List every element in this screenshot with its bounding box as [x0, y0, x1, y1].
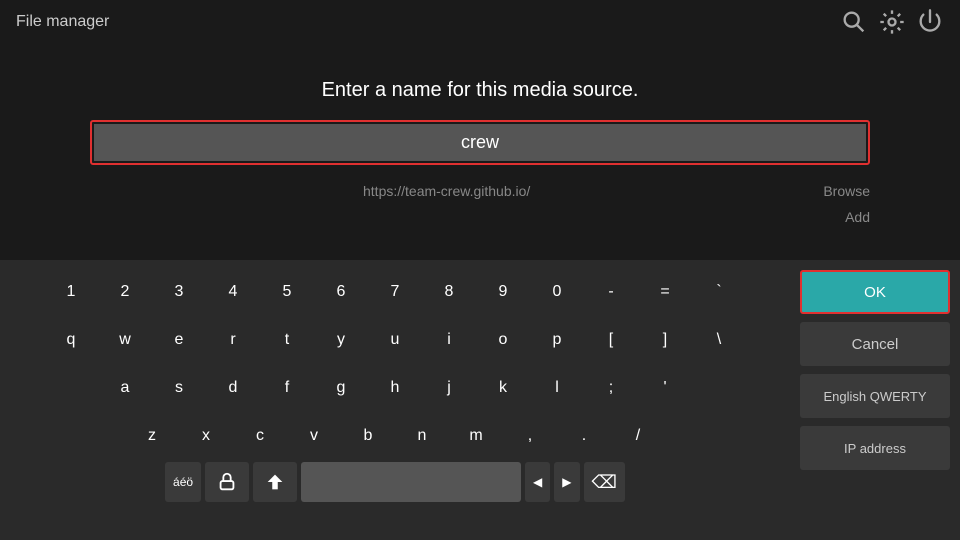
settings-icon[interactable] [878, 8, 906, 36]
key-s[interactable]: s [153, 366, 205, 410]
key-p[interactable]: p [531, 318, 583, 362]
shift-caps-button[interactable] [205, 462, 249, 502]
key-1[interactable]: 1 [45, 270, 97, 314]
key-j[interactable]: j [423, 366, 475, 410]
key-t[interactable]: t [261, 318, 313, 362]
arrow-up-icon [264, 471, 286, 493]
key-row-bottom: áéö ◀ ▶ ⌫ [8, 462, 782, 502]
key-f[interactable]: f [261, 366, 313, 410]
key-equals[interactable]: = [639, 270, 691, 314]
key-semicolon[interactable]: ; [585, 366, 637, 410]
key-row-asdf: a s d f g h j k l ; ' [8, 366, 782, 410]
dialog-title: Enter a name for this media source. [322, 79, 639, 102]
key-h[interactable]: h [369, 366, 421, 410]
key-o[interactable]: o [477, 318, 529, 362]
key-k[interactable]: k [477, 366, 529, 410]
key-4[interactable]: 4 [207, 270, 259, 314]
left-arrow-button[interactable]: ◀ [525, 462, 550, 502]
backspace-button[interactable]: ⌫ [584, 462, 625, 502]
key-slash[interactable]: / [612, 414, 664, 458]
key-comma[interactable]: , [504, 414, 556, 458]
app-title: File manager [16, 13, 109, 31]
key-row-qwerty: q w e r t y u i o p [ ] \ [8, 318, 782, 362]
cancel-button[interactable]: Cancel [800, 322, 950, 366]
key-quote[interactable]: ' [639, 366, 691, 410]
key-7[interactable]: 7 [369, 270, 421, 314]
key-e[interactable]: e [153, 318, 205, 362]
ip-address-button[interactable]: IP address [800, 426, 950, 470]
add-btn-row: Add [90, 209, 870, 225]
key-0[interactable]: 0 [531, 270, 583, 314]
key-lbracket[interactable]: [ [585, 318, 637, 362]
key-m[interactable]: m [450, 414, 502, 458]
power-icon[interactable] [916, 8, 944, 36]
name-input-wrapper [90, 120, 870, 165]
key-n[interactable]: n [396, 414, 448, 458]
key-c[interactable]: c [234, 414, 286, 458]
key-i[interactable]: i [423, 318, 475, 362]
key-row-zxcv: z x c v b n m , . / [8, 414, 782, 458]
keyboard-area: 1 2 3 4 5 6 7 8 9 0 - = ` q w e r t y u … [0, 260, 960, 540]
key-period[interactable]: . [558, 414, 610, 458]
key-v[interactable]: v [288, 414, 340, 458]
keyboard-right-panel: OK Cancel English QWERTY IP address [790, 260, 960, 540]
dialog-area: Enter a name for this media source. http… [0, 44, 960, 260]
key-5[interactable]: 5 [261, 270, 313, 314]
key-u[interactable]: u [369, 318, 421, 362]
url-row: https://team-crew.github.io/ Browse [90, 183, 870, 199]
keyboard-main: 1 2 3 4 5 6 7 8 9 0 - = ` q w e r t y u … [0, 260, 790, 540]
key-d[interactable]: d [207, 366, 259, 410]
key-a[interactable]: a [99, 366, 151, 410]
key-minus[interactable]: - [585, 270, 637, 314]
right-arrow-button[interactable]: ▶ [554, 462, 579, 502]
special-chars-button[interactable]: áéö [165, 462, 201, 502]
key-g[interactable]: g [315, 366, 367, 410]
name-input[interactable] [94, 124, 866, 161]
key-9[interactable]: 9 [477, 270, 529, 314]
key-backslash[interactable]: \ [693, 318, 745, 362]
key-w[interactable]: w [99, 318, 151, 362]
key-backtick[interactable]: ` [693, 270, 745, 314]
key-b[interactable]: b [342, 414, 394, 458]
title-bar: File manager [0, 0, 960, 44]
title-bar-icons [840, 8, 944, 36]
key-y[interactable]: y [315, 318, 367, 362]
key-6[interactable]: 6 [315, 270, 367, 314]
space-key[interactable] [301, 462, 521, 502]
ok-button[interactable]: OK [800, 270, 950, 314]
shield-lock-icon [216, 471, 238, 493]
key-r[interactable]: r [207, 318, 259, 362]
search-icon[interactable] [840, 8, 868, 36]
key-z[interactable]: z [126, 414, 178, 458]
key-3[interactable]: 3 [153, 270, 205, 314]
keyboard-layout-button[interactable]: English QWERTY [800, 374, 950, 418]
url-text: https://team-crew.github.io/ [90, 183, 803, 199]
key-2[interactable]: 2 [99, 270, 151, 314]
browse-button[interactable]: Browse [823, 183, 870, 199]
key-l[interactable]: l [531, 366, 583, 410]
key-row-numbers: 1 2 3 4 5 6 7 8 9 0 - = ` [8, 270, 782, 314]
add-button[interactable]: Add [845, 209, 870, 225]
caps-button[interactable] [253, 462, 297, 502]
key-rbracket[interactable]: ] [639, 318, 691, 362]
key-8[interactable]: 8 [423, 270, 475, 314]
key-q[interactable]: q [45, 318, 97, 362]
key-x[interactable]: x [180, 414, 232, 458]
